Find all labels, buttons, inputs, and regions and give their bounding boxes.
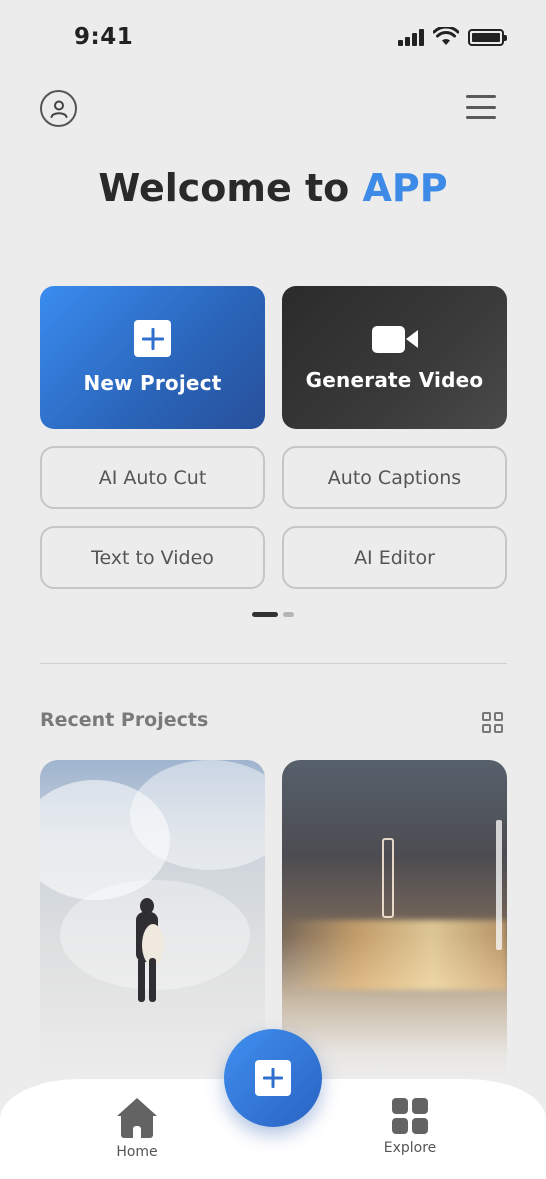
profile-button[interactable]	[40, 90, 77, 127]
neon-sign	[382, 838, 394, 918]
nav-home-label: Home	[116, 1144, 158, 1160]
nav-explore-label: Explore	[383, 1140, 437, 1156]
new-project-label: New Project	[83, 371, 222, 395]
status-icons	[398, 27, 507, 46]
home-icon	[117, 1098, 157, 1138]
battery-icon	[468, 29, 507, 46]
grid-view-icon[interactable]	[482, 712, 503, 733]
cellular-signal-icon	[398, 29, 424, 46]
nav-explore[interactable]: Explore	[365, 1098, 455, 1156]
light-tower	[496, 820, 502, 950]
wifi-icon	[433, 27, 459, 45]
page-title: Welcome to APP	[0, 166, 546, 210]
menu-icon[interactable]	[466, 95, 496, 119]
plus-square-icon	[134, 320, 171, 357]
section-title: Recent Projects	[40, 709, 209, 731]
divider	[40, 663, 507, 664]
project-thumbnail[interactable]	[40, 760, 265, 1080]
nav-home[interactable]: Home	[92, 1098, 182, 1160]
text-to-video-button[interactable]: Text to Video	[40, 526, 265, 589]
page-indicator[interactable]	[252, 612, 294, 617]
street-lights	[282, 920, 507, 990]
surfer-figure	[132, 898, 164, 1003]
video-camera-icon	[371, 324, 418, 354]
page-dot-active[interactable]	[252, 612, 278, 617]
user-icon	[50, 100, 67, 118]
project-thumbnail[interactable]	[282, 760, 507, 1080]
plus-square-icon	[255, 1060, 291, 1096]
auto-captions-button[interactable]: Auto Captions	[282, 446, 507, 509]
page-dot[interactable]	[283, 612, 294, 617]
ai-auto-cut-button[interactable]: AI Auto Cut	[40, 446, 265, 509]
generate-video-button[interactable]: Generate Video	[282, 286, 507, 429]
explore-grid-icon	[392, 1098, 428, 1134]
generate-video-label: Generate Video	[305, 367, 484, 392]
app-name: APP	[362, 166, 448, 210]
new-project-button[interactable]: New Project	[40, 286, 265, 429]
ai-editor-button[interactable]: AI Editor	[282, 526, 507, 589]
status-time: 9:41	[74, 24, 134, 50]
add-button[interactable]	[224, 1029, 322, 1127]
title-prefix: Welcome to	[98, 166, 363, 210]
